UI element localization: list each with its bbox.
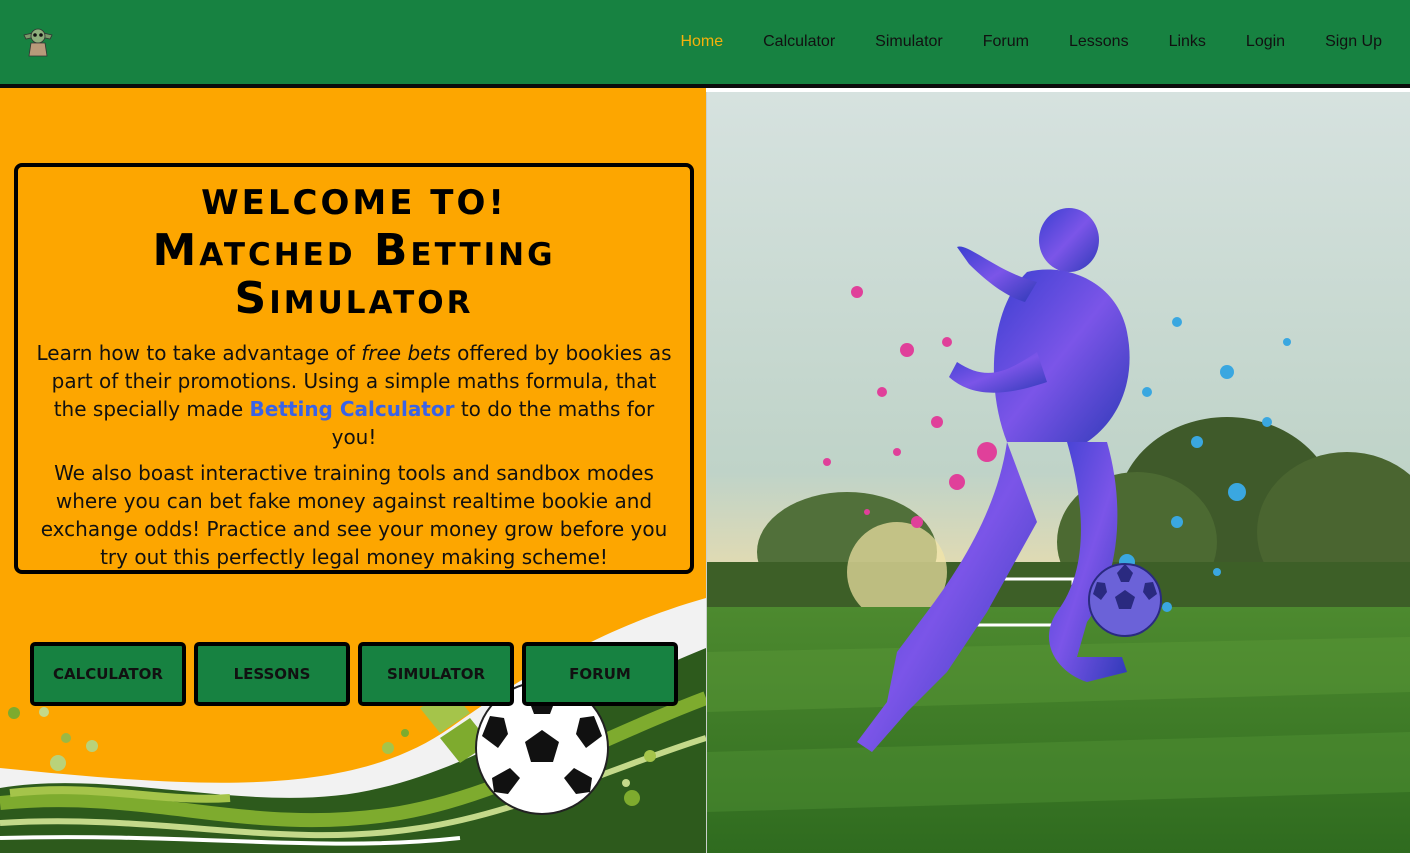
nav-links: Home Calculator Simulator Forum Lessons … xyxy=(660,0,1410,84)
nav-link-sign-up[interactable]: Sign Up xyxy=(1305,33,1410,51)
lessons-button[interactable]: LESSONS xyxy=(194,642,350,706)
cta-button-row: CALCULATOR LESSONS SIMULATOR FORUM xyxy=(30,642,678,706)
football-player-splash-illustration xyxy=(707,92,1410,853)
intro-text-part: Learn how to take advantage of xyxy=(36,341,362,365)
nav-link-forum[interactable]: Forum xyxy=(963,33,1049,51)
nav-link-simulator[interactable]: Simulator xyxy=(855,33,963,51)
nav-link-calculator[interactable]: Calculator xyxy=(743,33,855,51)
football-swoosh-decoration xyxy=(0,598,706,853)
nav-link-home[interactable]: Home xyxy=(660,33,743,51)
intro-paragraph: Learn how to take advantage of free bets… xyxy=(18,339,690,451)
nav-link-login[interactable]: Login xyxy=(1226,33,1305,51)
nav-link-lessons[interactable]: Lessons xyxy=(1049,33,1149,51)
top-navbar: Home Calculator Simulator Forum Lessons … xyxy=(0,0,1410,88)
site-title: Matched Betting Simulator xyxy=(152,225,556,324)
simulator-button[interactable]: SIMULATOR xyxy=(358,642,514,706)
welcome-heading: WELCOME TO! xyxy=(201,183,507,223)
forum-button[interactable]: FORUM xyxy=(522,642,678,706)
welcome-box: WELCOME TO! Matched Betting Simulator Le… xyxy=(14,163,694,574)
betting-calculator-link[interactable]: Betting Calculator xyxy=(250,397,455,421)
nav-link-links[interactable]: Links xyxy=(1149,33,1226,51)
calculator-button[interactable]: CALCULATOR xyxy=(30,642,186,706)
hero-football-image xyxy=(706,92,1410,853)
training-tools-paragraph: We also boast interactive training tools… xyxy=(40,461,668,569)
free-bets-emphasis: free bets xyxy=(361,341,451,365)
baby-yoda-logo-icon[interactable] xyxy=(22,24,54,58)
left-panel: WELCOME TO! Matched Betting Simulator Le… xyxy=(0,88,706,853)
